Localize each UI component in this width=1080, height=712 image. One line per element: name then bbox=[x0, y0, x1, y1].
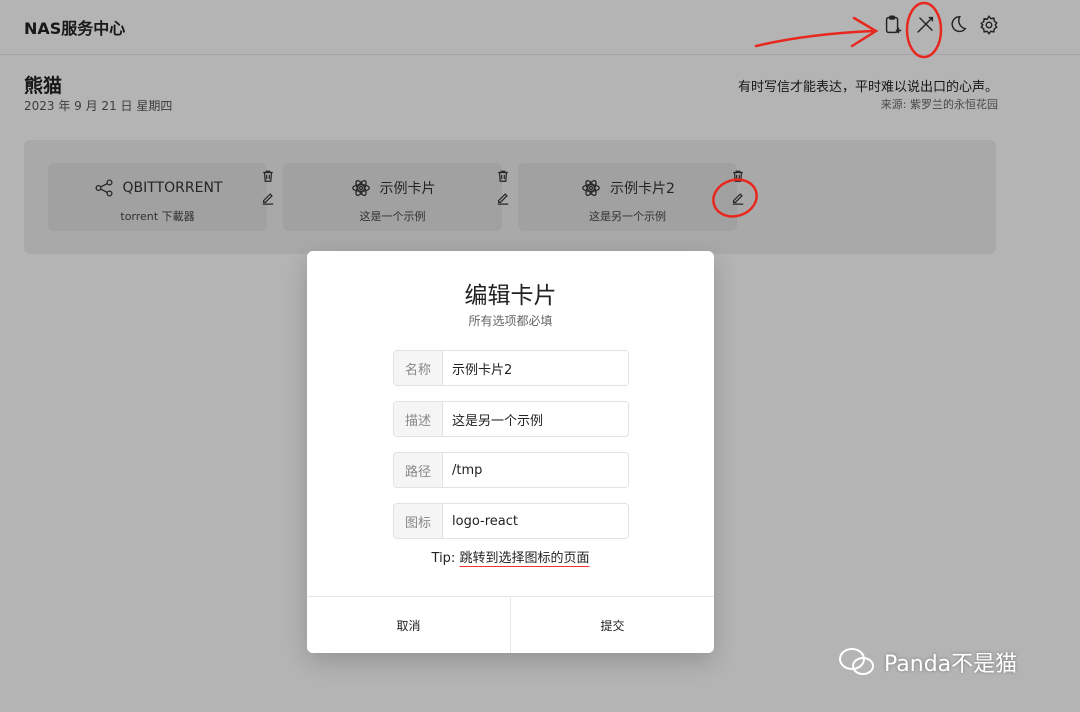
submit-button[interactable]: 提交 bbox=[511, 597, 714, 653]
watermark-text: Panda不是猫 bbox=[884, 652, 1018, 677]
dialog-title: 编辑卡片 bbox=[464, 283, 557, 309]
path-input[interactable] bbox=[443, 453, 628, 487]
field-label: 描述 bbox=[394, 402, 443, 436]
path-field: 路径 bbox=[393, 452, 629, 488]
edit-card-dialog: 编辑卡片 所有选项都必填 名称 描述 路径 图标 Tip: 跳转到选择图标的页面… bbox=[307, 251, 714, 653]
watermark: Panda不是猫 bbox=[838, 646, 1017, 678]
dialog-subtitle: 所有选项都必填 bbox=[468, 314, 553, 328]
icon-picker-link[interactable]: 跳转到选择图标的页面 bbox=[459, 551, 589, 566]
cancel-button[interactable]: 取消 bbox=[307, 597, 511, 653]
tip: Tip: 跳转到选择图标的页面 bbox=[307, 547, 714, 566]
name-field: 名称 bbox=[393, 350, 629, 386]
field-label: 名称 bbox=[394, 351, 443, 385]
description-input[interactable] bbox=[443, 402, 628, 436]
dialog-footer: 取消 提交 bbox=[307, 596, 714, 653]
field-label: 路径 bbox=[394, 453, 443, 487]
icon-field: 图标 bbox=[393, 503, 629, 539]
field-label: 图标 bbox=[394, 504, 443, 538]
page: NAS服务中心 熊猫 2023 年 9 月 21 日 星期四 有时写信才能表达，… bbox=[0, 0, 1080, 712]
icon-input[interactable] bbox=[443, 504, 628, 538]
description-field: 描述 bbox=[393, 401, 629, 437]
name-input[interactable] bbox=[443, 351, 628, 385]
tip-prefix: Tip: bbox=[431, 551, 460, 566]
wechat-icon bbox=[839, 648, 874, 675]
